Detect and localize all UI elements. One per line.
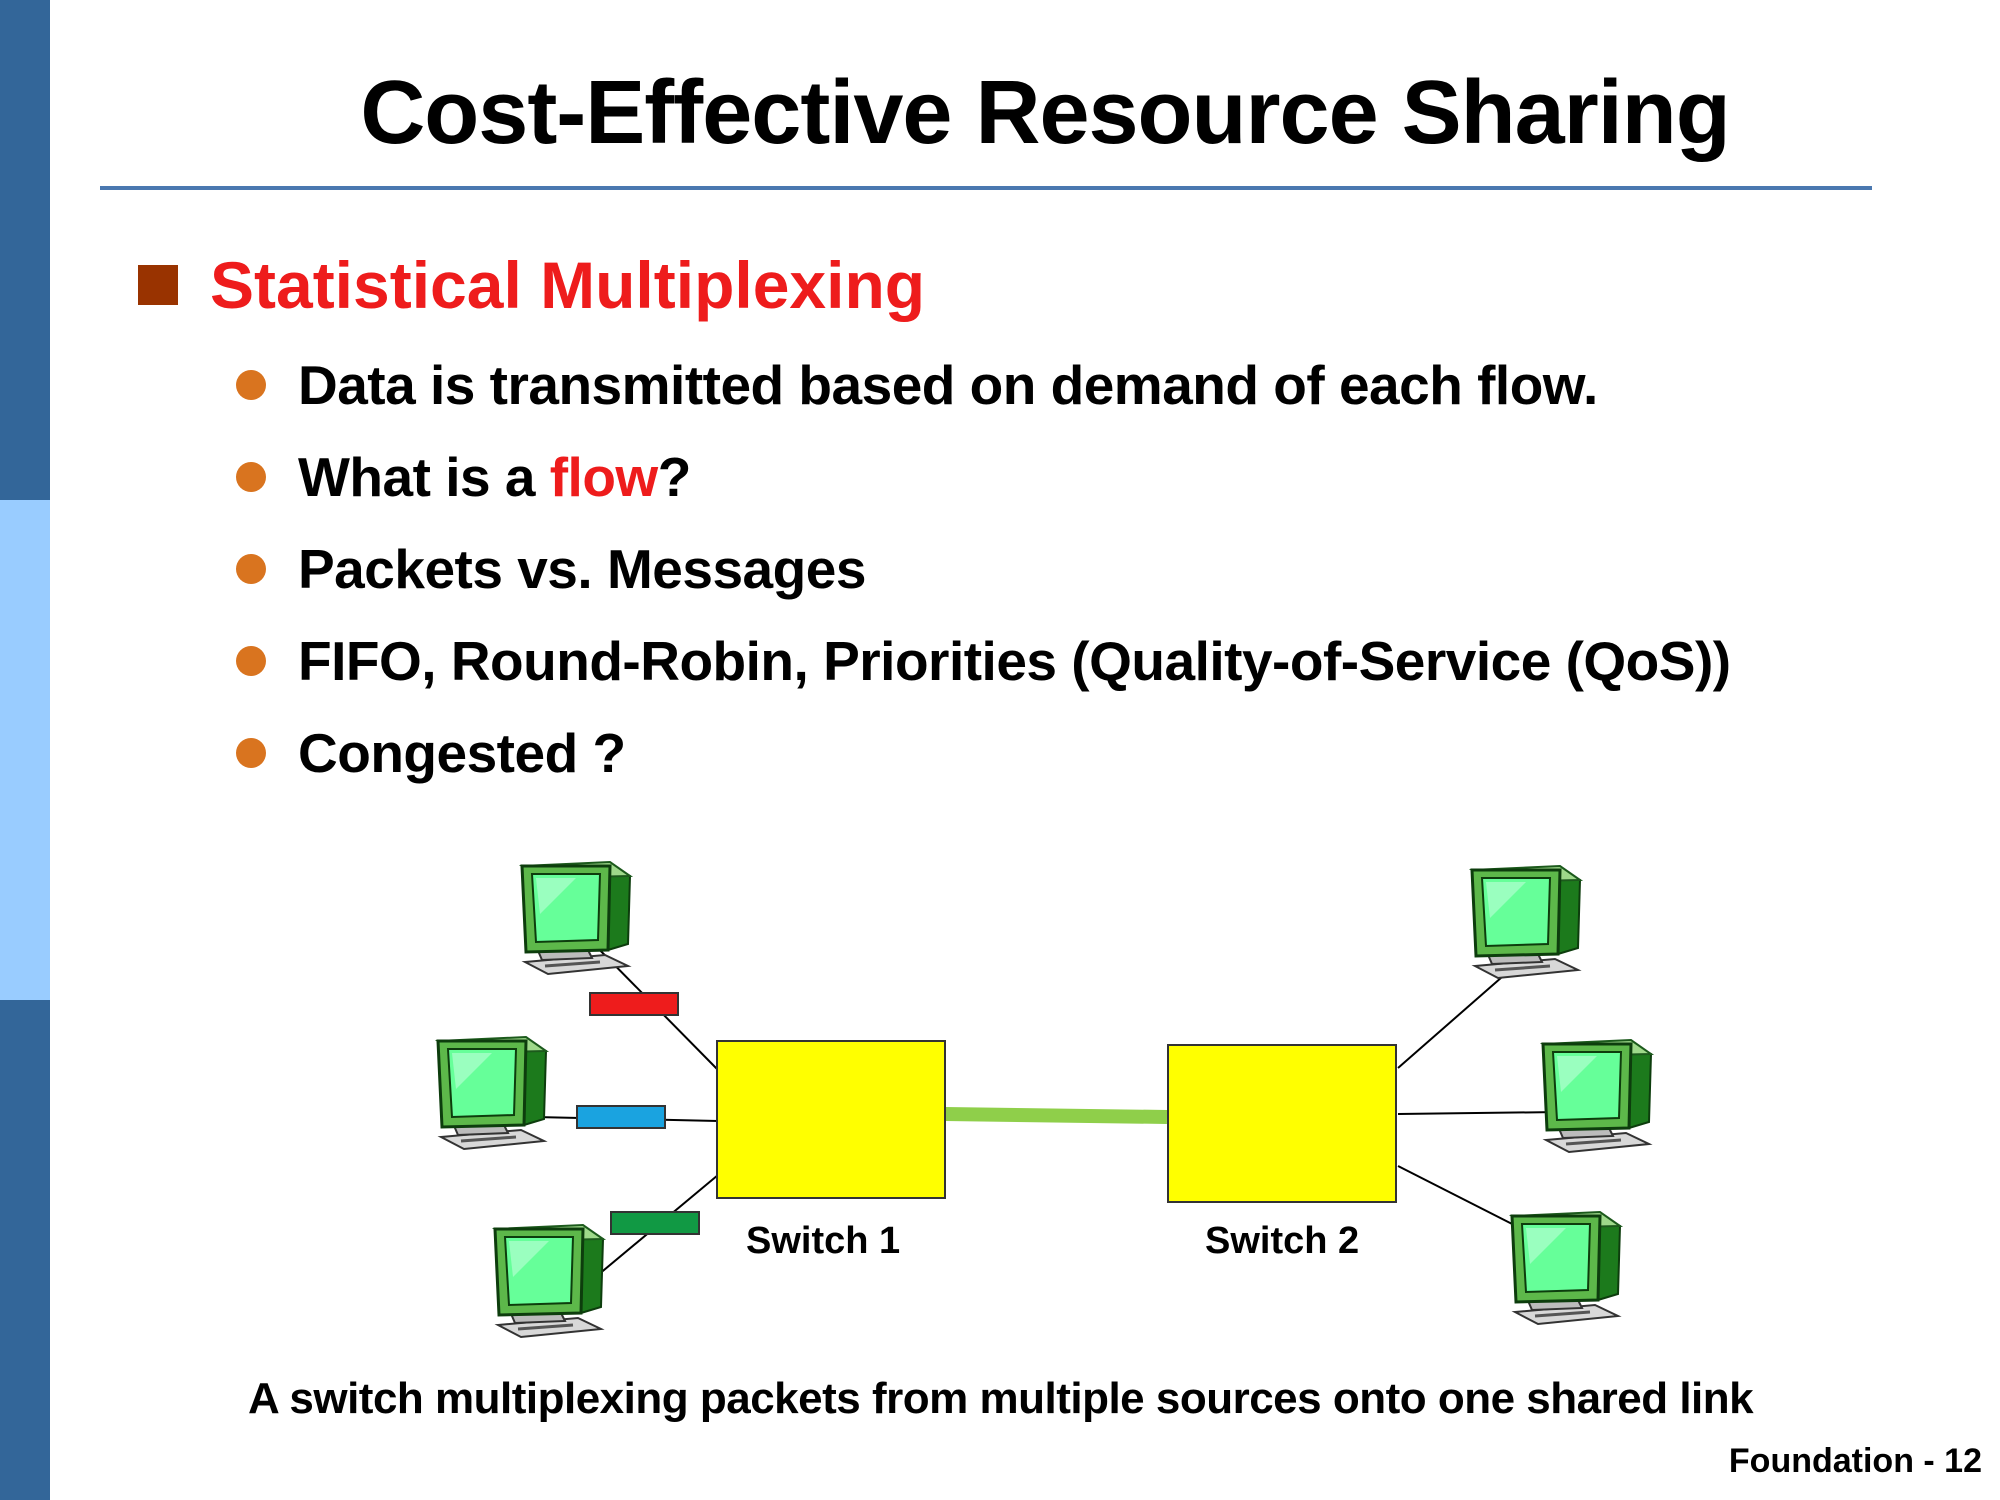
packet-blue bbox=[576, 1105, 666, 1129]
link-switch2-pc4 bbox=[1397, 969, 1511, 1069]
computer-icon bbox=[1541, 1038, 1653, 1154]
switch-2 bbox=[1167, 1044, 1397, 1203]
link-switch2-pc5 bbox=[1397, 1111, 1561, 1115]
computer-icon bbox=[493, 1223, 605, 1339]
switch-2-label: Switch 2 bbox=[1205, 1220, 1360, 1262]
computer-icon bbox=[436, 1035, 548, 1151]
packet-green bbox=[610, 1211, 700, 1235]
computer-icon bbox=[1470, 864, 1582, 980]
multiplexing-diagram bbox=[436, 860, 1653, 1339]
slide-footer: Foundation - 12 bbox=[1728, 1442, 1982, 1480]
switch-1-label: Switch 1 bbox=[746, 1220, 901, 1262]
link-switch2-pc6 bbox=[1397, 1165, 1521, 1229]
switch-1 bbox=[716, 1040, 946, 1199]
diagram-caption: A switch multiplexing packets from multi… bbox=[248, 1374, 1754, 1423]
computer-icon bbox=[1510, 1210, 1622, 1326]
packet-red bbox=[589, 992, 679, 1016]
shared-link bbox=[944, 1107, 1168, 1124]
computer-icon bbox=[520, 860, 632, 976]
